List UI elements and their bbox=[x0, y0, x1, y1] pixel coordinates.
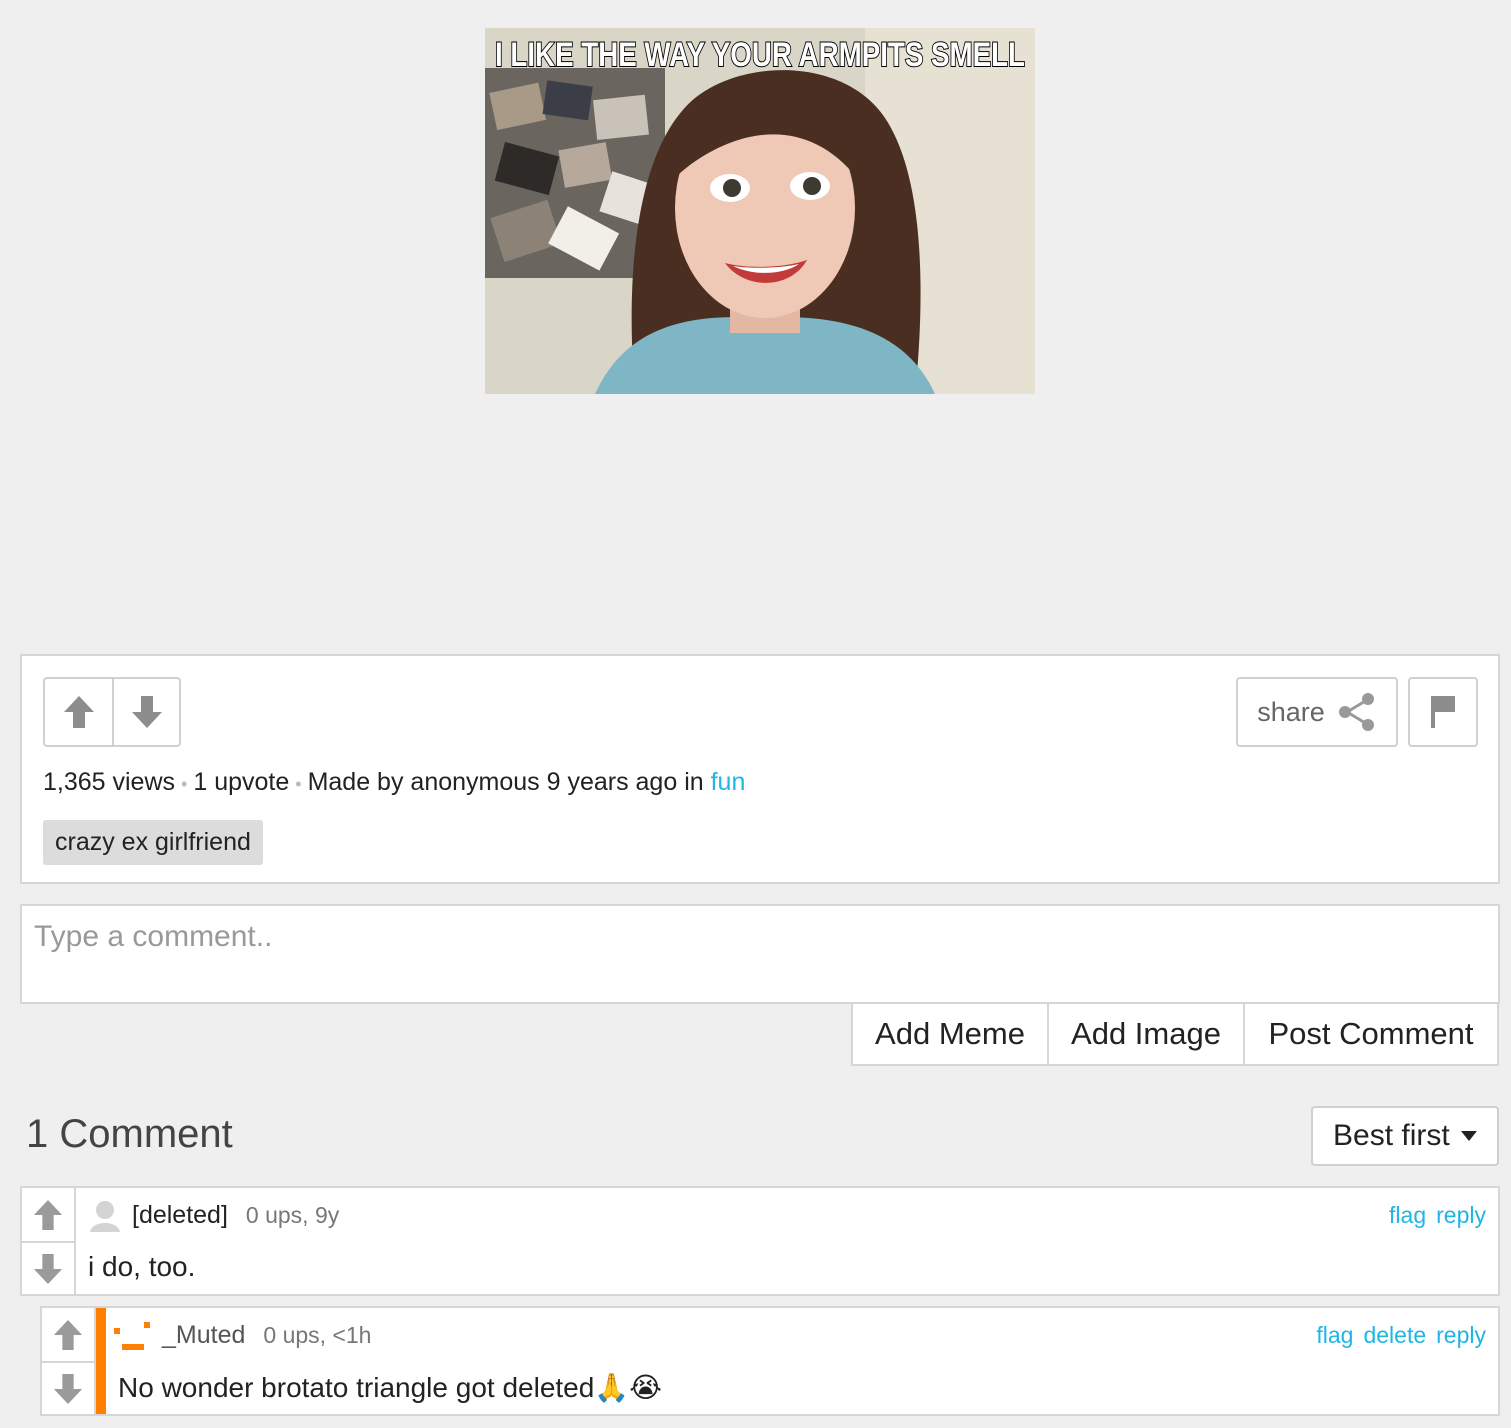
post-comment-button[interactable]: Post Comment bbox=[1243, 1004, 1497, 1064]
sort-dropdown[interactable]: Best first bbox=[1311, 1106, 1499, 1166]
separator-dot: • bbox=[295, 774, 302, 794]
arrow-up-icon bbox=[33, 1199, 63, 1230]
add-meme-button[interactable]: Add Meme bbox=[853, 1004, 1047, 1064]
view-count: 1,365 views bbox=[43, 768, 176, 796]
share-button[interactable]: share bbox=[1236, 677, 1398, 747]
caret-down-icon bbox=[1460, 1131, 1477, 1141]
comment-text: i do, too. bbox=[88, 1251, 196, 1282]
comment-vote-buttons bbox=[22, 1188, 76, 1294]
sort-label: Best first bbox=[1333, 1119, 1450, 1152]
arrow-up-icon bbox=[63, 696, 94, 728]
comment-input[interactable] bbox=[20, 904, 1500, 1004]
comment-header: [deleted] 0 ups, 9y bbox=[88, 1198, 339, 1232]
downvote-button[interactable] bbox=[112, 679, 179, 745]
avatar-placeholder-icon bbox=[90, 1201, 120, 1232]
upvote-count: 1 upvote bbox=[193, 768, 290, 796]
share-label: share bbox=[1257, 696, 1325, 727]
flag-link[interactable]: flag bbox=[1316, 1322, 1353, 1349]
post-metadata: 1,365 views • 1 upvote • Made by anonymous 9… bbox=[43, 768, 745, 797]
flag-link[interactable]: flag bbox=[1389, 1202, 1426, 1229]
comment-actions: flag reply bbox=[1389, 1202, 1486, 1229]
post-info-panel: share 1,365 views • 1 upvote • Made by anony… bbox=[20, 654, 1500, 884]
arrow-down-icon bbox=[33, 1253, 63, 1284]
comment-stats: 0 ups, <1h bbox=[263, 1321, 372, 1348]
share-icon bbox=[1338, 693, 1374, 731]
reply-link[interactable]: reply bbox=[1436, 1202, 1486, 1229]
add-image-button[interactable]: Add Image bbox=[1047, 1004, 1243, 1064]
comment-text: No wonder brotato triangle got deleted🙏😭 bbox=[118, 1371, 662, 1404]
arrow-down-icon bbox=[131, 696, 162, 728]
comment-actions: flag delete reply bbox=[1316, 1322, 1486, 1349]
emoji-text: 🙏😭 bbox=[594, 1372, 662, 1403]
comment-downvote-button[interactable] bbox=[42, 1361, 94, 1414]
arrow-up-icon bbox=[53, 1319, 83, 1350]
comment-downvote-button[interactable] bbox=[22, 1241, 74, 1294]
comment-reply-item: _Muted 0 ups, <1h flag delete reply No w… bbox=[40, 1306, 1500, 1416]
separator-dot: • bbox=[181, 774, 188, 794]
comment-username[interactable]: [deleted] bbox=[132, 1201, 228, 1230]
flag-icon bbox=[1431, 696, 1455, 728]
comment-action-buttons: Add Meme Add Image Post Comment bbox=[851, 1002, 1499, 1066]
comment-count: 1 Comment bbox=[26, 1112, 233, 1156]
stream-link[interactable]: fun bbox=[711, 768, 746, 796]
made-by-text: Made by anonymous 9 years ago in bbox=[307, 768, 704, 796]
comment-vote-buttons bbox=[42, 1308, 96, 1414]
flag-button[interactable] bbox=[1408, 677, 1478, 747]
upvote-button[interactable] bbox=[45, 679, 112, 745]
comment-text-body: No wonder brotato triangle got deleted bbox=[118, 1372, 595, 1403]
meme-image[interactable]: I LIKE THE WAY YOUR ARMPITS SMELL bbox=[485, 28, 1035, 394]
comment-username[interactable]: _Muted bbox=[162, 1321, 245, 1350]
comment-stats: 0 ups, 9y bbox=[245, 1201, 340, 1228]
tag-chip[interactable]: crazy ex girlfriend bbox=[43, 820, 263, 865]
post-vote-buttons bbox=[43, 677, 181, 747]
reply-accent-bar bbox=[96, 1308, 106, 1414]
delete-link[interactable]: delete bbox=[1363, 1322, 1426, 1349]
user-pixel-avatar-icon bbox=[114, 1322, 150, 1350]
arrow-down-icon bbox=[53, 1373, 83, 1404]
reply-link[interactable]: reply bbox=[1436, 1322, 1486, 1349]
meme-caption: I LIKE THE WAY YOUR ARMPITS SMELL bbox=[495, 36, 1025, 74]
comment-item: [deleted] 0 ups, 9y flag reply i do, too… bbox=[20, 1186, 1500, 1296]
comment-upvote-button[interactable] bbox=[42, 1308, 94, 1361]
comment-upvote-button[interactable] bbox=[22, 1188, 74, 1241]
comment-header: _Muted 0 ups, <1h bbox=[112, 1318, 371, 1352]
